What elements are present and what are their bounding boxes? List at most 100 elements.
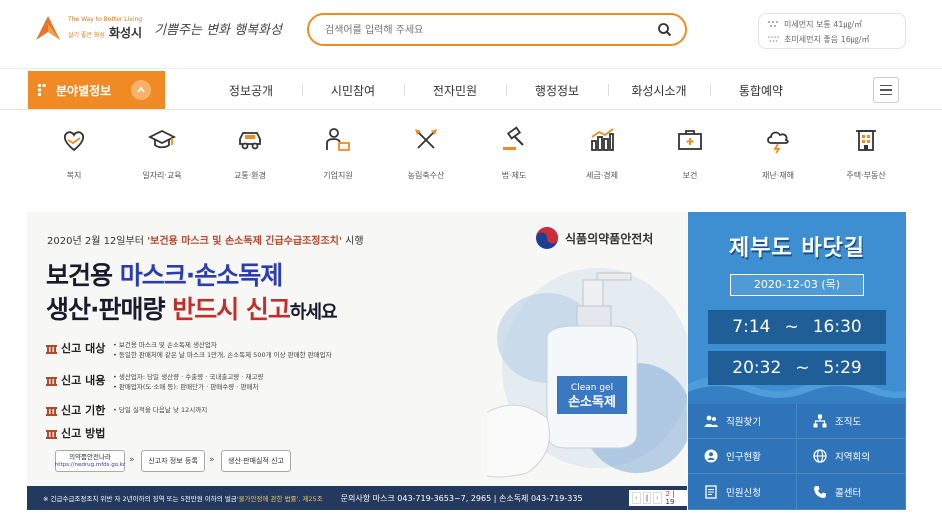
category-menu-label: 분야별정보 [56, 83, 112, 98]
banner-top-prefix: 2020년 2월 12일부터 [47, 236, 148, 247]
taegeuk-icon [536, 227, 558, 249]
category-label: 보건 [682, 171, 698, 180]
fine-dust-label: 미세먼지 보통 41㎍/㎥ [784, 20, 863, 29]
double-chevron-icon: » [129, 455, 135, 465]
category-health[interactable]: 보건 [646, 112, 734, 192]
category-label: 재난·재해 [762, 171, 794, 180]
page-total: 19 [665, 498, 675, 506]
quick-label: 직원찾기 [726, 417, 761, 428]
section-method-title: 신고 방법 [46, 425, 105, 441]
quick-civil-application[interactable]: 민원신청 [688, 474, 797, 510]
quick-links: 직원찾기 조직도 인구현황 지역회의 민원신청 콜센터 [688, 404, 906, 510]
farm-tools-icon [415, 129, 437, 149]
pillar-icon [46, 429, 57, 439]
category-transport-environment[interactable]: 교통·환경 [206, 112, 294, 192]
desc-line: • 생산업자: 당일 생산량 · 수출량 · 국내출고량 · 재고량 [113, 373, 264, 381]
city-logo[interactable]: The Way to Better Living 살기 좋은 화성 화성시 기쁨… [34, 14, 282, 42]
desc-line: • 판매업자(도·소매 등): 판매단가 · 판매수량 · 판매처 [113, 383, 259, 391]
category-agriculture[interactable]: 농림축수산 [382, 112, 470, 192]
gavel-icon [503, 126, 524, 150]
section-deadline-title: 신고 기한 [46, 402, 105, 418]
section-deadline-desc: • 당일 실적을 다음날 낮 12시까지 [113, 405, 207, 415]
logo-tagline: The Way to Better Living [68, 15, 143, 23]
quick-label: 민원신청 [726, 487, 761, 499]
nav-item-citizen-participation[interactable]: 시민참여 [302, 69, 404, 111]
banner-top-emph: '보건용 마스크 및 손소독제 긴급수급조정조치' [147, 236, 342, 247]
tide-sep: ~ [795, 358, 810, 378]
step-site: 의약품안전나라 https://nedrug.mfds.go.kr [55, 450, 125, 472]
business-person-icon [326, 128, 350, 151]
tide-panel[interactable]: 제부도 바닷길 2020-12-03 (목) 7:14 ~ 16:30 20:3… [688, 212, 906, 404]
section-content-desc: • 생산업자: 당일 생산량 · 수출량 · 국내출고량 · 재고량 • 판매업… [113, 372, 263, 392]
logo-mark-icon [36, 16, 60, 40]
air-quality-widget[interactable]: 미세먼지 보통 41㎍/㎥ 초미세먼지 좋음 16㎍/㎥ [758, 13, 906, 49]
category-label: 주택·부동산 [846, 171, 886, 180]
category-tax-economy[interactable]: 세금·경제 [558, 112, 646, 192]
prev-icon[interactable]: ‹ [632, 492, 641, 504]
category-icons: 복지 일자리·교육 교통·환경 기업지원 농림축수산 법·제도 세금·경제 보건… [30, 112, 910, 192]
quick-regional-meeting[interactable]: 지역회의 [797, 439, 906, 474]
search-box [307, 13, 687, 46]
category-disaster[interactable]: 재난·재해 [734, 112, 822, 192]
grid-icon [38, 84, 46, 96]
agency-logo: 식품의약품안전처 [535, 226, 653, 250]
category-label: 법·제도 [501, 171, 527, 180]
section-title: 신고 대상 [61, 342, 106, 355]
section-title: 신고 기한 [61, 404, 106, 417]
people-icon [704, 415, 718, 427]
category-housing[interactable]: 주택·부동산 [822, 112, 910, 192]
category-label: 세금·경제 [586, 171, 618, 180]
tide-to: 5:29 [823, 358, 862, 378]
desc-line: • 당일 실적을 다음날 낮 12시까지 [113, 406, 208, 414]
tide-row-2: 20:32 ~ 5:29 [708, 351, 886, 385]
next-icon[interactable]: › [653, 492, 662, 504]
step-site-name: 의약품안전나라 [69, 453, 111, 461]
headline-1b: 마스크·손소독제 [119, 261, 283, 290]
quick-label: 인구현황 [726, 452, 761, 463]
car-icon [239, 132, 261, 150]
category-business-support[interactable]: 기업지원 [294, 112, 382, 192]
category-label: 교통·환경 [234, 171, 266, 180]
headline-2b: 반드시 신고 [172, 295, 291, 324]
building-icon [856, 130, 876, 151]
headline-1a: 보건용 [46, 261, 120, 290]
graduation-cap-icon [148, 129, 176, 149]
search-input[interactable] [325, 20, 645, 40]
hamburger-menu-icon[interactable] [873, 77, 899, 103]
nav-item-e-civil-service[interactable]: 전자민원 [404, 69, 506, 111]
pause-icon[interactable]: ‖ [642, 492, 652, 504]
category-welfare[interactable]: 복지 [30, 112, 118, 192]
sanitizer-mask-illustration: Clean gel 손소독제 [487, 268, 687, 478]
tide-sep: ~ [784, 317, 799, 337]
desc-line: • 보건용 마스크 및 손소독제 생산업자 [113, 341, 217, 349]
ultrafine-dust-icon [768, 36, 779, 42]
search-icon[interactable] [655, 20, 675, 40]
nav-item-reservation[interactable]: 통합예약 [710, 69, 812, 111]
quick-call-center[interactable]: 콜센터 [797, 474, 906, 510]
category-menu-button[interactable]: 분야별정보 [28, 71, 165, 109]
dust-icon [768, 21, 778, 27]
logo-slogan: 기쁨주는 변화 행복화성 [154, 22, 282, 38]
quick-label: 지역회의 [835, 452, 870, 463]
page: The Way to Better Living 살기 좋은 화성 화성시 기쁨… [0, 0, 942, 522]
nav-item-city-intro[interactable]: 화성시소개 [608, 69, 710, 111]
banner-top-suffix: 시행 [341, 236, 364, 247]
tide-from: 20:32 [732, 358, 782, 378]
category-law[interactable]: 법·제도 [470, 112, 558, 192]
section-target-desc: • 보건용 마스크 및 손소독제 생산업자 • 동일한 판매처에 같은 날 마스… [113, 340, 332, 360]
fine-dust-row: 미세먼지 보통 41㎍/㎥ [767, 17, 897, 32]
pillar-icon [46, 344, 57, 354]
quick-population[interactable]: 인구현황 [688, 439, 797, 474]
pillar-icon [46, 376, 57, 386]
quick-org-chart[interactable]: 조직도 [797, 404, 906, 439]
quick-staff-search[interactable]: 직원찾기 [688, 404, 797, 439]
category-jobs-education[interactable]: 일자리·교육 [118, 112, 206, 192]
banner-top-text: 2020년 2월 12일부터 '보건용 마스크 및 손소독제 긴급수급조정조치'… [47, 232, 364, 247]
nav-item-info-disclosure[interactable]: 정보공개 [200, 69, 302, 111]
main-banner[interactable]: 2020년 2월 12일부터 '보건용 마스크 및 손소독제 긴급수급조정조치'… [27, 212, 687, 510]
quick-label: 콜센터 [835, 487, 862, 499]
main-nav: 분야별정보 정보공개 시민참여 전자민원 행정정보 화성시소개 통합예약 [0, 68, 942, 110]
tide-row-1: 7:14 ~ 16:30 [708, 310, 886, 344]
nav-item-admin-info[interactable]: 행정정보 [506, 69, 608, 111]
category-label: 일자리·교육 [142, 171, 182, 180]
